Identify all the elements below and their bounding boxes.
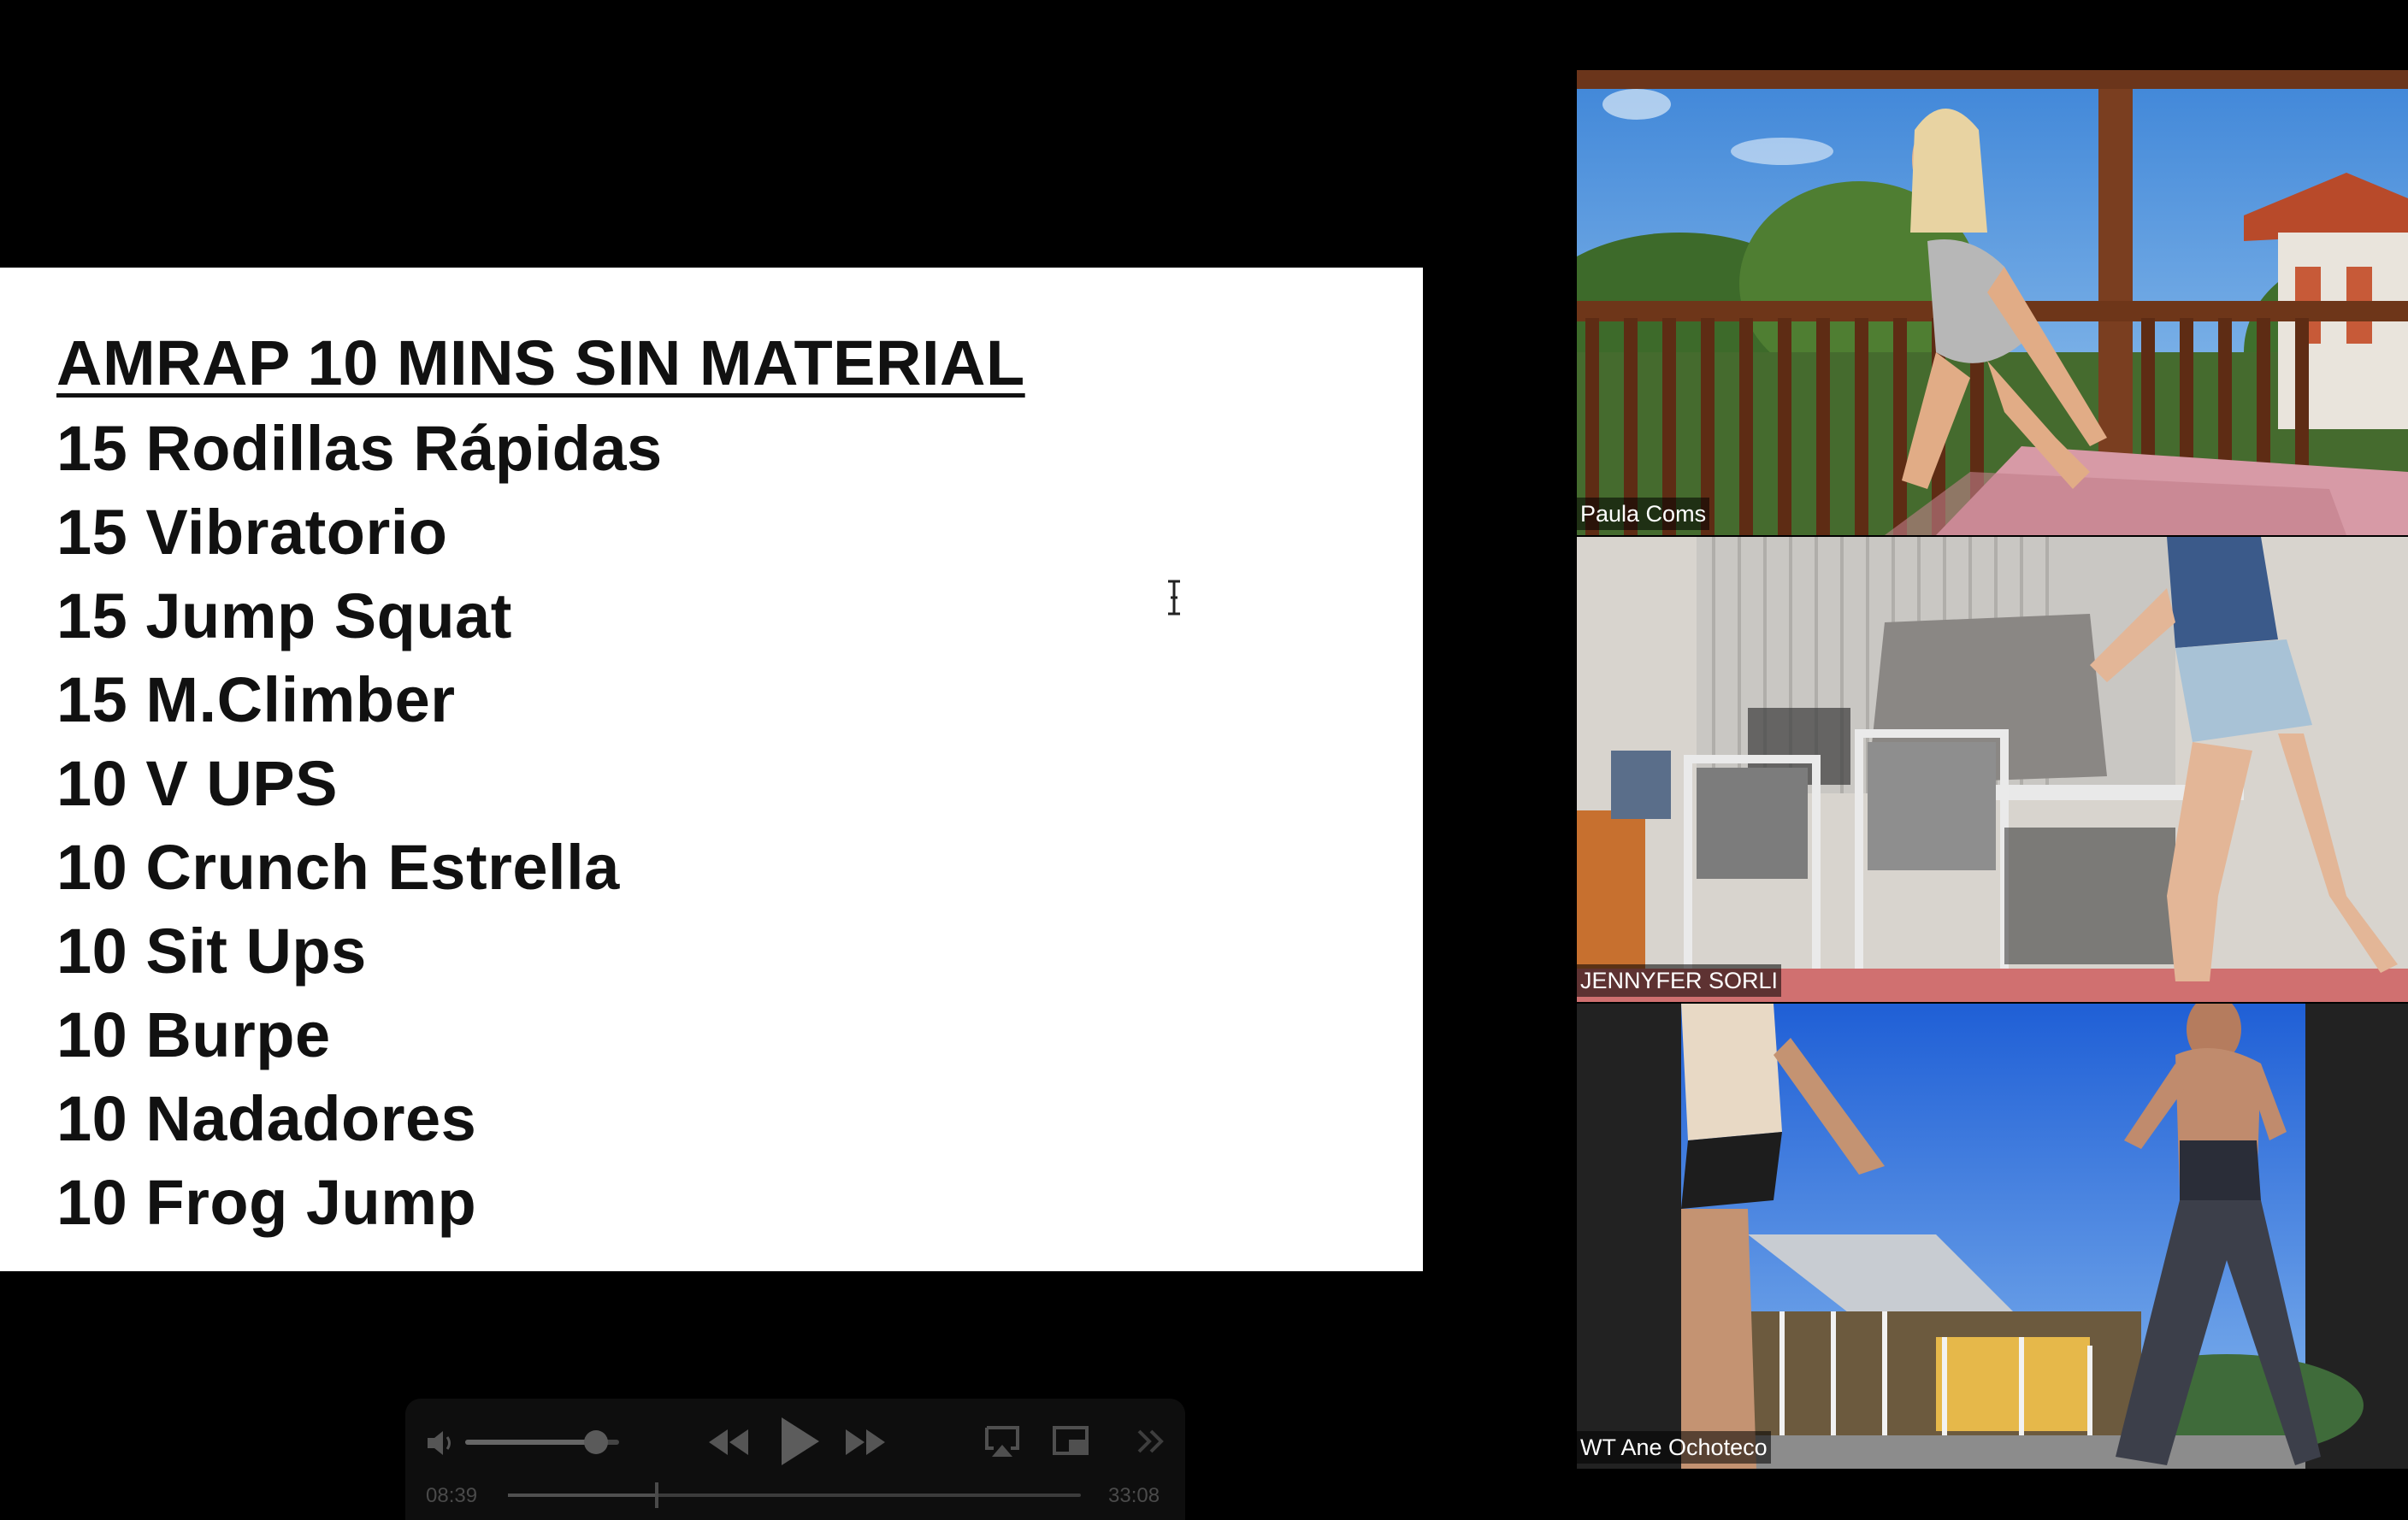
slide-item: 15 Rodillas Rápidas — [56, 413, 663, 484]
slide-item: 15 Vibratorio — [56, 497, 448, 568]
slide-item: 10 Sit Ups — [56, 916, 367, 987]
more-chevron-icon[interactable] — [1134, 1426, 1168, 1457]
participant-video-frame — [1577, 70, 2408, 535]
participant-video-tile[interactable]: JENNYFER SORLI — [1577, 537, 2408, 1002]
slide-item: 15 Jump Squat — [56, 580, 512, 651]
slide-item: 10 Crunch Estrella — [56, 832, 620, 903]
participant-video-tile[interactable]: Paula Coms — [1577, 70, 2408, 535]
playback-scrubber[interactable] — [508, 1493, 1081, 1497]
slide-item: 10 Burpe — [56, 999, 331, 1070]
participant-video-frame — [1577, 1004, 2408, 1469]
participant-name: Paula Coms — [1577, 498, 1710, 530]
airplay-icon[interactable] — [983, 1424, 1021, 1458]
slide-item: 10 Nadadores — [56, 1083, 477, 1154]
participant-name: WT Ane Ochoteco — [1577, 1431, 1771, 1464]
participant-video-tile[interactable]: WT Ane Ochoteco — [1577, 1004, 2408, 1469]
volume-level — [465, 1440, 596, 1445]
play-icon[interactable] — [775, 1414, 823, 1469]
participant-name: JENNYFER SORLI — [1577, 964, 1782, 997]
fast-forward-icon[interactable] — [843, 1426, 888, 1458]
slide-item: 15 M.Climber — [56, 664, 456, 735]
volume-knob[interactable] — [584, 1430, 608, 1454]
slide-item: 10 V UPS — [56, 748, 338, 819]
playhead[interactable] — [655, 1482, 659, 1508]
total-duration: 33:08 — [1108, 1484, 1160, 1507]
player-controls: 08:39 33:08 — [405, 1399, 1185, 1520]
playback-progress — [508, 1493, 658, 1497]
rewind-icon[interactable] — [706, 1426, 751, 1458]
slide-item: 10 Frog Jump — [56, 1167, 477, 1238]
picture-in-picture-icon[interactable] — [1052, 1424, 1091, 1458]
text-cursor-icon — [1168, 580, 1180, 616]
elapsed-time: 08:39 — [426, 1484, 478, 1507]
slide-title: AMRAP 10 MINS SIN MATERIAL — [56, 327, 1025, 398]
participant-video-frame — [1577, 537, 2408, 1002]
volume-icon[interactable] — [424, 1428, 458, 1458]
